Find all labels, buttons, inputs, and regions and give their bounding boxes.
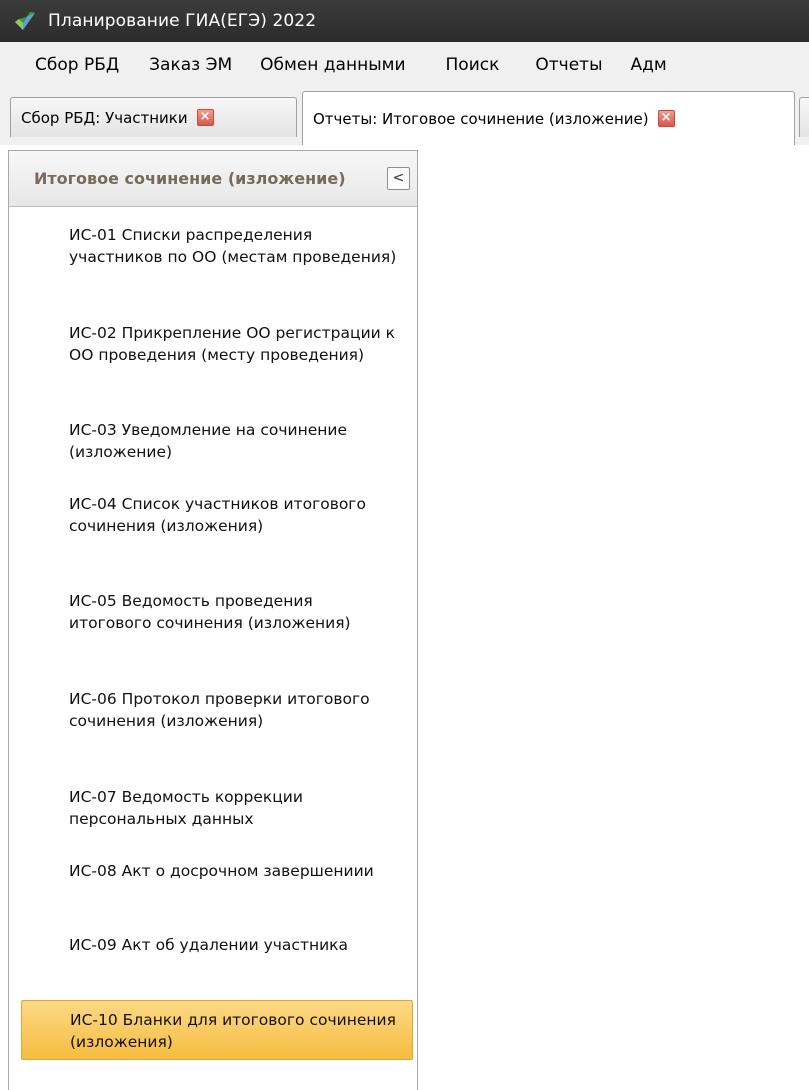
panel-header: Итоговое сочинение (изложение) < <box>9 151 417 207</box>
report-item-is09[interactable]: ИС-09 Акт об удалении участника <box>21 935 413 957</box>
tab-label: Отчеты: Итоговое сочинение (изложение) <box>313 109 649 128</box>
report-item-label: ИС-06 Протокол проверки итогового сочине… <box>69 690 370 730</box>
window-titlebar: Планирование ГИА(ЕГЭ) 2022 <box>0 0 809 42</box>
report-item-label: ИС-05 Ведомость проведения итогового соч… <box>69 592 351 632</box>
menu-item-reports[interactable]: Отчеты <box>535 55 616 75</box>
reports-panel: Итоговое сочинение (изложение) < ИС-01 С… <box>8 150 418 1090</box>
close-icon[interactable]: × <box>196 109 214 126</box>
content-area: Итоговое сочинение (изложение) < ИС-01 С… <box>0 145 809 1090</box>
report-item-is01[interactable]: ИС-01 Списки распределения участников по… <box>21 225 413 268</box>
window-title: Планирование ГИА(ЕГЭ) 2022 <box>48 11 317 31</box>
report-item-label: ИС-03 Уведомление на сочинение (изложени… <box>69 421 347 461</box>
report-item-label: ИС-02 Прикрепление ОО регистрации к ОО п… <box>69 324 396 364</box>
tab-reports-final-essay[interactable]: Отчеты: Итоговое сочинение (изложение) × <box>302 91 795 145</box>
close-icon[interactable]: × <box>657 110 675 127</box>
menu-item-rbd[interactable]: Сбор РБД <box>0 55 133 75</box>
tab-partial[interactable] <box>799 97 809 137</box>
tab-label: Сбор РБД: Участники <box>21 108 188 127</box>
menu-item-data-exchange[interactable]: Обмен данными <box>260 55 419 75</box>
panel-title: Итоговое сочинение (изложение) <box>34 169 346 188</box>
tab-rbd-participants[interactable]: Сбор РБД: Участники × <box>10 97 297 137</box>
report-item-label: ИС-01 Списки распределения участников по… <box>69 226 397 266</box>
report-item-label: ИС-04 Список участников итогового сочине… <box>69 495 366 535</box>
tab-bar: Сбор РБД: Участники × Отчеты: Итоговое с… <box>0 87 809 145</box>
report-item-label: ИС-10 Бланки для итогового сочинения (из… <box>70 1011 396 1051</box>
menu-item-order-em[interactable]: Заказ ЭМ <box>149 55 246 75</box>
report-item-is05[interactable]: ИС-05 Ведомость проведения итогового соч… <box>21 591 413 634</box>
collapse-button[interactable]: < <box>387 167 410 190</box>
menu-item-admin[interactable]: Адм <box>631 55 681 75</box>
report-item-is10[interactable]: ИС-10 Бланки для итогового сочинения (из… <box>21 1000 413 1060</box>
report-item-is08[interactable]: ИС-08 Акт о досрочном завершениии <box>21 861 413 883</box>
report-item-is02[interactable]: ИС-02 Прикрепление ОО регистрации к ОО п… <box>21 323 413 366</box>
report-item-is04[interactable]: ИС-04 Список участников итогового сочине… <box>21 494 413 537</box>
app-logo-icon <box>12 8 38 34</box>
report-item-is06[interactable]: ИС-06 Протокол проверки итогового сочине… <box>21 689 413 732</box>
menu-item-search[interactable]: Поиск <box>446 55 514 75</box>
report-item-is03[interactable]: ИС-03 Уведомление на сочинение (изложени… <box>21 420 413 463</box>
report-item-label: ИС-08 Акт о досрочном завершениии <box>69 862 374 880</box>
report-item-label: ИС-07 Ведомость коррекции персональных д… <box>69 788 303 828</box>
report-item-label: ИС-09 Акт об удалении участника <box>69 936 349 954</box>
menu-bar: Сбор РБД Заказ ЭМ Обмен данными Поиск От… <box>0 42 809 87</box>
report-item-is07[interactable]: ИС-07 Ведомость коррекции персональных д… <box>21 787 413 830</box>
